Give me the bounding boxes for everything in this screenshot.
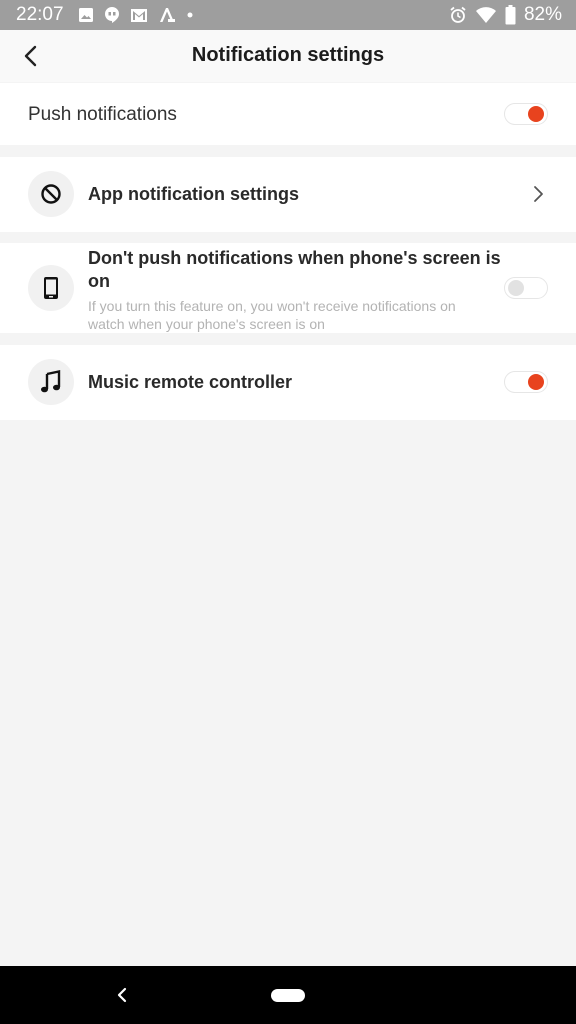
nav-home-button[interactable]: [271, 989, 305, 1002]
music-remote-toggle[interactable]: [504, 371, 548, 393]
screen-on-title: Don't push notifications when phone's sc…: [88, 248, 501, 291]
toggle-knob: [528, 374, 544, 390]
block-icon: [28, 171, 74, 217]
image-icon: [78, 7, 94, 23]
toggle-knob: [508, 280, 524, 296]
music-remote-title: Music remote controller: [88, 372, 293, 392]
app-notification-settings-row[interactable]: App notification settings: [0, 157, 576, 232]
music-note-icon: [28, 359, 74, 405]
gmail-icon: [130, 8, 148, 23]
navigation-bar: [0, 966, 576, 1024]
page-title: Notification settings: [191, 44, 385, 66]
hangouts-icon: [104, 6, 120, 24]
push-notifications-row: Push notifications: [0, 83, 576, 145]
toggle-knob: [528, 106, 544, 122]
chevron-right-icon: [534, 186, 543, 202]
battery-level: 82%: [523, 4, 562, 25]
alarm-icon: [449, 6, 467, 24]
wifi-icon: [475, 6, 497, 24]
status-time: 22:07: [16, 4, 64, 25]
screen-on-row: Don't push notifications when phone's sc…: [0, 243, 576, 333]
nav-back-icon[interactable]: [114, 986, 130, 1004]
dot-icon: [186, 11, 194, 19]
push-notifications-toggle[interactable]: [504, 103, 548, 125]
status-bar: 22:07 82%: [0, 0, 576, 30]
battery-icon: [505, 5, 516, 25]
music-remote-row: Music remote controller: [0, 345, 576, 420]
header: Notification settings: [0, 30, 576, 82]
font-icon: [158, 7, 176, 23]
screen-on-toggle[interactable]: [504, 277, 548, 299]
phone-icon: [28, 265, 74, 311]
screen-on-description: If you turn this feature on, you won't r…: [88, 298, 456, 332]
push-notifications-label: Push notifications: [28, 104, 177, 125]
app-notification-settings-title: App notification settings: [88, 184, 299, 204]
